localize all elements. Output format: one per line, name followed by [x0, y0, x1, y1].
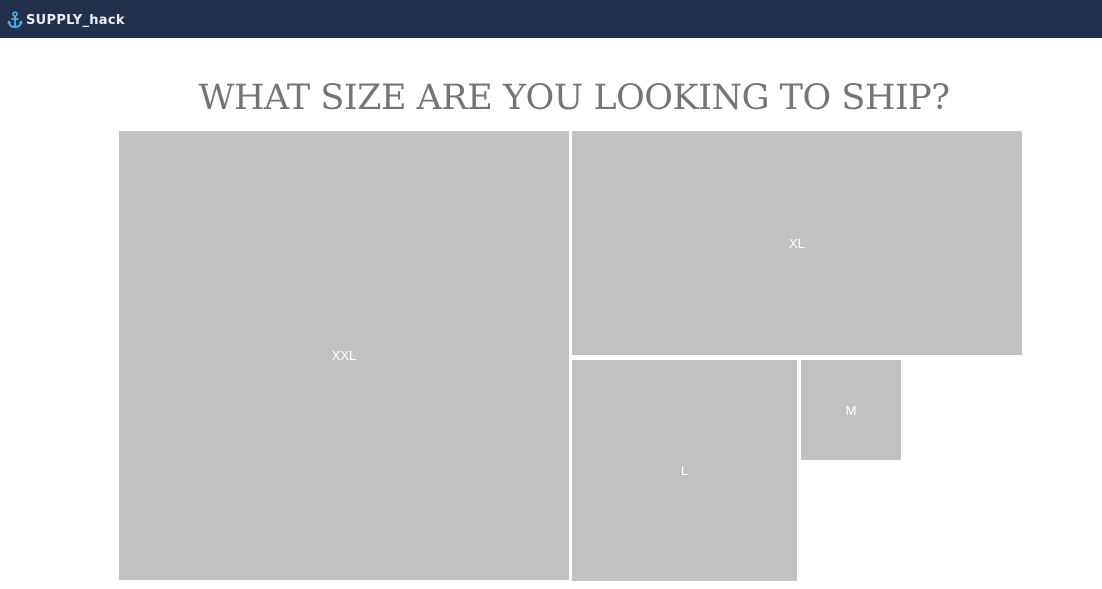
size-option-xl[interactable]: XL: [572, 131, 1022, 355]
size-label: L: [680, 463, 689, 478]
top-navbar: SUPPLY_hack: [0, 0, 1102, 38]
page-title: WHAT SIZE ARE YOU LOOKING TO SHIP?: [198, 78, 950, 118]
anchor-icon: [7, 11, 23, 29]
brand-name: SUPPLY_hack: [26, 12, 125, 28]
size-label: XXL: [331, 348, 357, 363]
size-option-l[interactable]: L: [572, 360, 797, 581]
brand-logo-link[interactable]: SUPPLY_hack: [7, 10, 125, 30]
size-label: XL: [789, 235, 805, 251]
size-option-xxl[interactable]: XXL: [119, 131, 569, 580]
size-option-m[interactable]: M: [801, 360, 901, 460]
size-label: M: [845, 402, 857, 418]
